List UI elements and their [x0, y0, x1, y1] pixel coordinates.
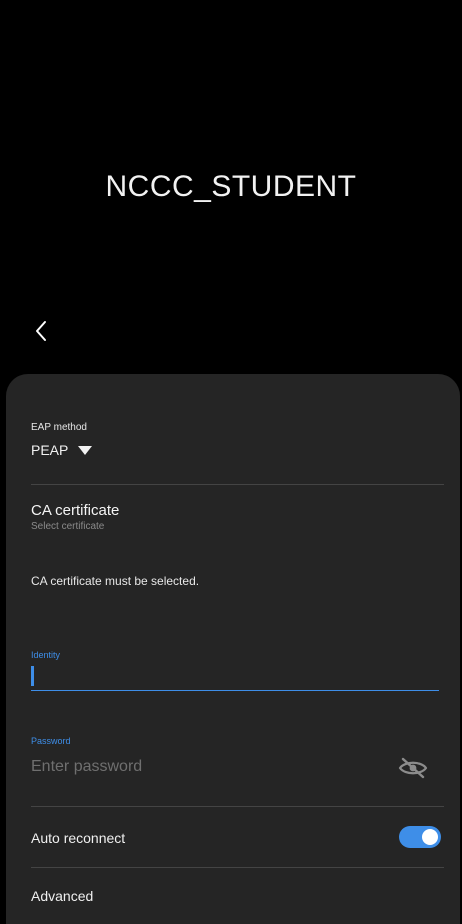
eap-method-dropdown[interactable]: PEAP [31, 442, 93, 458]
ca-certificate-title: CA certificate [31, 502, 120, 519]
back-button[interactable] [24, 314, 58, 348]
caret-down-icon [78, 445, 93, 455]
ca-certificate-row[interactable]: CA certificate Select certificate [31, 502, 441, 532]
identity-label: Identity [31, 650, 61, 660]
divider [31, 484, 444, 485]
eye-off-icon [398, 757, 428, 779]
divider [31, 806, 444, 807]
password-input[interactable]: Enter password [31, 758, 351, 776]
auto-reconnect-row: Auto reconnect [31, 822, 441, 852]
password-label: Password [31, 736, 71, 746]
text-caret [31, 666, 34, 686]
eap-method-value: PEAP [31, 442, 69, 458]
auto-reconnect-label: Auto reconnect [31, 830, 126, 846]
divider [31, 867, 444, 868]
wifi-network-screen: NCCC_STUDENT EAP method PEAP CA certific… [0, 0, 462, 924]
network-name-title: NCCC_STUDENT [105, 170, 357, 203]
settings-sheet: EAP method PEAP CA certificate Select ce… [6, 374, 460, 924]
toggle-password-visibility-button[interactable] [396, 756, 430, 780]
ca-certificate-subtitle: Select certificate [31, 521, 105, 532]
ca-certificate-error: CA certificate must be selected. [31, 574, 200, 588]
advanced-row[interactable]: Advanced [31, 888, 93, 904]
toggle-knob [422, 829, 438, 845]
identity-input[interactable] [31, 664, 439, 691]
eap-method-label: EAP method [31, 422, 87, 433]
chevron-left-icon [36, 321, 46, 341]
auto-reconnect-toggle[interactable] [399, 826, 441, 848]
